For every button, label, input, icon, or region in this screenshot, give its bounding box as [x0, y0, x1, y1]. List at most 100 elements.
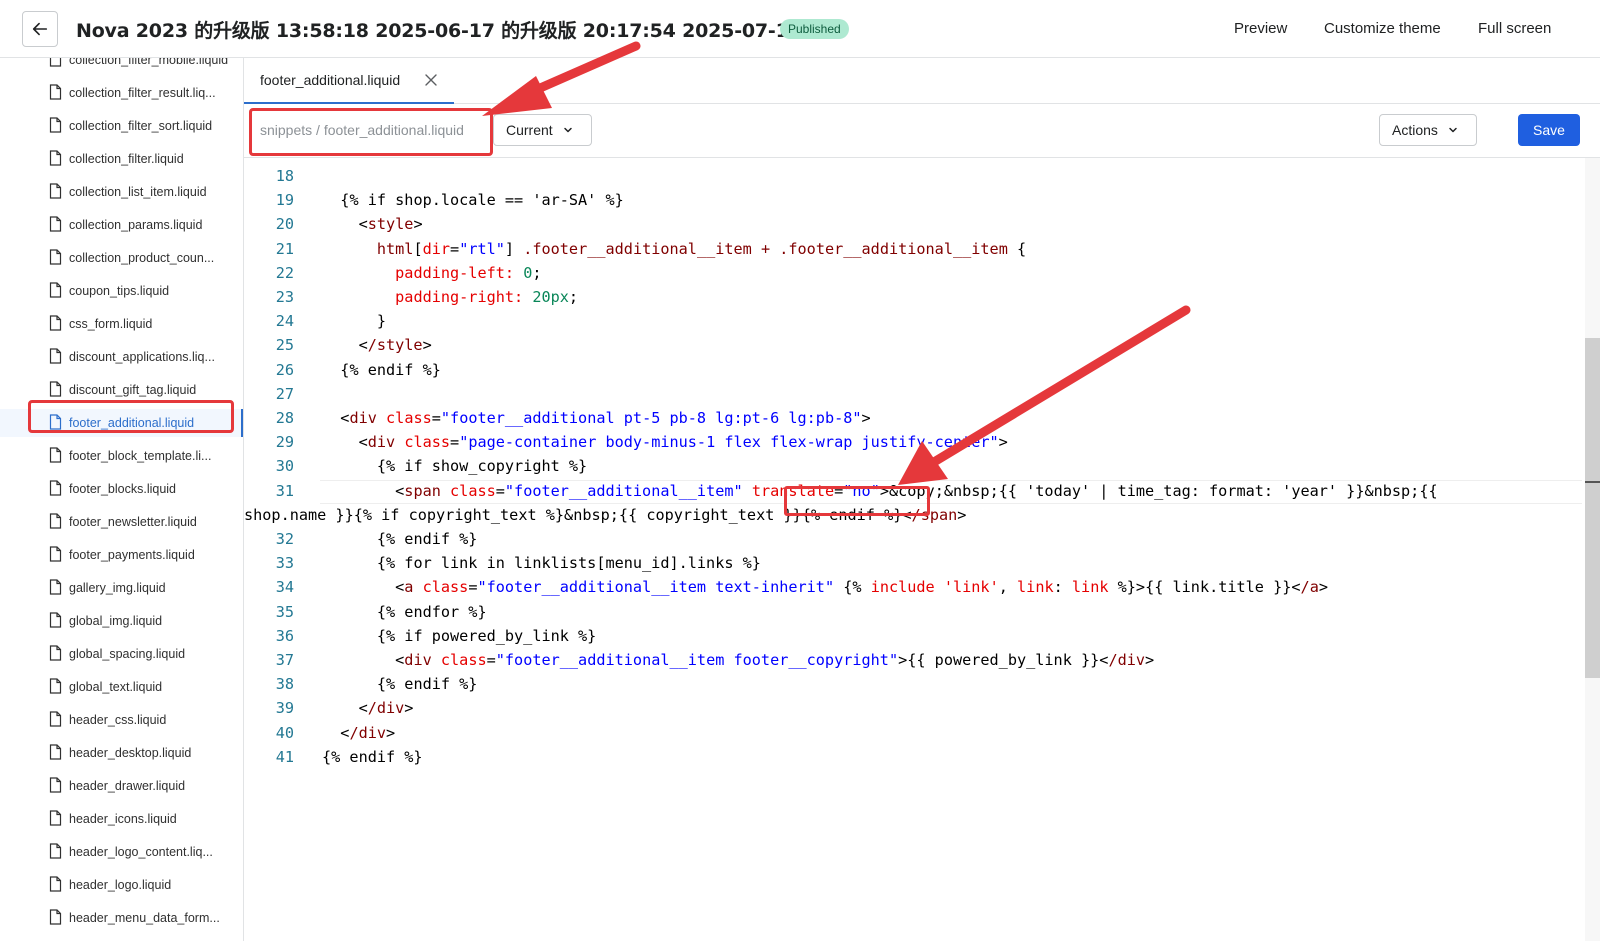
- code-line[interactable]: 23 padding-right: 20px;: [244, 285, 1584, 309]
- sidebar-file-item[interactable]: header_icons.liquid: [0, 805, 243, 833]
- sidebar-file-label: collection_list_item.liquid: [69, 185, 207, 199]
- code-line[interactable]: 24 }: [244, 309, 1584, 333]
- code-line[interactable]: 18: [244, 164, 1584, 188]
- code-line[interactable]: 30 {% if show_copyright %}: [244, 454, 1584, 478]
- code-line[interactable]: 40 </div>: [244, 721, 1584, 745]
- sidebar-file-item[interactable]: gallery_img.liquid: [0, 574, 243, 602]
- sidebar-file-label: footer_block_template.li...: [69, 449, 212, 463]
- sidebar-file-item[interactable]: header_logo_content.liq...: [0, 838, 243, 866]
- line-text: html[dir="rtl"] .footer__additional__ite…: [376, 239, 1027, 258]
- sidebar-file-item[interactable]: discount_applications.liq...: [0, 343, 243, 371]
- sidebar-file-item[interactable]: collection_filter.liquid: [0, 145, 243, 173]
- sidebar-file-item[interactable]: coupon_tips.liquid: [0, 277, 243, 305]
- line-number: 41: [275, 747, 294, 766]
- code-line[interactable]: 29 <div class="page-container body-minus…: [244, 430, 1584, 454]
- code-line[interactable]: 36 {% if powered_by_link %}: [244, 624, 1584, 648]
- arrow-left-icon: [32, 22, 48, 36]
- file-icon: [49, 678, 62, 694]
- line-text: </div>: [322, 699, 414, 718]
- sidebar-file-label: css_form.liquid: [69, 317, 153, 331]
- file-icon: [49, 546, 62, 562]
- sidebar-file-label: global_text.liquid: [69, 680, 163, 694]
- line-text: padding-right: 20px;: [395, 288, 579, 306]
- annotation-box-translate: [784, 486, 930, 516]
- file-icon: [49, 480, 62, 496]
- sidebar-file-item[interactable]: collection_params.liquid: [0, 211, 243, 239]
- code-editor[interactable]: 18 19 {% if shop.locale == 'ar-SA' %} 20 <…: [244, 158, 1600, 941]
- file-icon: [49, 381, 62, 397]
- preview-link[interactable]: Preview: [1234, 20, 1287, 37]
- sidebar-file-item[interactable]: collection_filter_result.liq...: [0, 79, 243, 107]
- sidebar-file-label: collection_product_coun...: [69, 251, 215, 265]
- close-icon[interactable]: [424, 73, 438, 87]
- sidebar-file-item[interactable]: footer_newsletter.liquid: [0, 508, 243, 536]
- line-text: <div class="footer__additional__item foo…: [322, 651, 1155, 669]
- code-line[interactable]: 37 <div class="footer__additional__item …: [244, 648, 1584, 672]
- sidebar-file-item[interactable]: header_drawer.liquid: [0, 772, 243, 800]
- editor-toolbar: snippets / footer_additional.liquid Curr…: [244, 104, 1600, 158]
- tab-footer-additional[interactable]: footer_additional.liquid: [244, 58, 454, 104]
- sidebar-file-item[interactable]: collection_list_item.liquid: [0, 178, 243, 206]
- file-icon: [49, 645, 62, 661]
- line-number: 21: [275, 239, 294, 258]
- code-line[interactable]: 39 </div>: [244, 696, 1584, 720]
- sidebar-file-item[interactable]: footer_block_template.li...: [0, 442, 243, 470]
- code-line[interactable]: 32 {% endif %}: [244, 527, 1584, 551]
- sidebar-file-label: coupon_tips.liquid: [69, 284, 170, 298]
- line-number: 29: [275, 433, 294, 452]
- top-bar: Nova 2023 的升级版 13:58:18 2025-06-17 的升级版 …: [0, 0, 1600, 58]
- sidebar-file-item[interactable]: global_text.liquid: [0, 673, 243, 701]
- annotation-box-sidebar: [28, 400, 234, 433]
- code-line[interactable]: 33 {% for link in linklists[menu_id].lin…: [244, 551, 1584, 575]
- code-line[interactable]: 41 {% endif %}: [244, 745, 1584, 769]
- actions-button[interactable]: Actions: [1379, 114, 1477, 146]
- save-button[interactable]: Save: [1518, 114, 1580, 146]
- sidebar-file-label: header_drawer.liquid: [69, 779, 186, 793]
- sidebar-file-item[interactable]: footer_blocks.liquid: [0, 475, 243, 503]
- file-icon: [49, 810, 62, 826]
- file-icon: [49, 150, 62, 166]
- code-line[interactable]: 19 {% if shop.locale == 'ar-SA' %}: [244, 188, 1584, 212]
- sidebar-file-item[interactable]: header_menu_data_form...: [0, 904, 243, 932]
- code-line[interactable]: 20 <style>: [244, 212, 1584, 236]
- sidebar-file-label: global_img.liquid: [69, 614, 163, 628]
- line-number: 27: [275, 384, 294, 403]
- sidebar-file-item[interactable]: global_spacing.liquid: [0, 640, 243, 668]
- code-line[interactable]: 38 {% endif %}: [244, 672, 1584, 696]
- sidebar-file-item[interactable]: collection_filter_mobile.liquid: [0, 58, 243, 74]
- line-number: 38: [275, 675, 294, 694]
- code-line[interactable]: 21 html[dir="rtl"] .footer__additional__…: [244, 237, 1584, 261]
- scrollbar-thumb[interactable]: [1585, 338, 1600, 678]
- sidebar-file-label: collection_filter.liquid: [69, 152, 184, 166]
- sidebar-file-label: discount_applications.liq...: [69, 350, 215, 364]
- file-icon: [49, 117, 62, 133]
- sidebar-file-label: header_desktop.liquid: [69, 746, 192, 760]
- sidebar-file-item[interactable]: footer_payments.liquid: [0, 541, 243, 569]
- code-line[interactable]: 34 <a class="footer__additional__item te…: [244, 575, 1584, 599]
- sidebar-file-item[interactable]: header_logo.liquid: [0, 871, 243, 899]
- code-line[interactable]: 35 {% endfor %}: [244, 600, 1584, 624]
- code-line[interactable]: 25 </style>: [244, 333, 1584, 357]
- sidebar-file-item[interactable]: css_form.liquid: [0, 310, 243, 338]
- sidebar-file-item[interactable]: global_img.liquid: [0, 607, 243, 635]
- code-line[interactable]: 27: [244, 382, 1584, 406]
- file-icon: [49, 513, 62, 529]
- sidebar-file-item[interactable]: header_css.liquid: [0, 706, 243, 734]
- code-line[interactable]: 26 {% endif %}: [244, 358, 1584, 382]
- sidebar-file-label: header_menu_data_form...: [69, 911, 220, 925]
- version-select[interactable]: Current: [493, 114, 592, 146]
- code-line[interactable]: 28 <div class="footer__additional pt-5 p…: [244, 406, 1584, 430]
- sidebar-file-item[interactable]: header_desktop.liquid: [0, 739, 243, 767]
- customize-theme-link[interactable]: Customize theme: [1324, 20, 1441, 37]
- sidebar-file-item[interactable]: [0, 937, 243, 941]
- line-number: 18: [275, 167, 294, 185]
- sidebar-file-item[interactable]: collection_product_coun...: [0, 244, 243, 272]
- sidebar-file-label: collection_params.liquid: [69, 218, 203, 232]
- code-line[interactable]: 22 padding-left: 0;: [244, 261, 1584, 285]
- line-text: <a class="footer__additional__item text-…: [322, 578, 1328, 597]
- back-button[interactable]: [22, 11, 58, 47]
- sidebar-file-item[interactable]: collection_filter_sort.liquid: [0, 112, 243, 140]
- version-select-label: Current: [506, 122, 553, 138]
- file-icon: [49, 183, 62, 199]
- full-screen-link[interactable]: Full screen: [1478, 20, 1551, 37]
